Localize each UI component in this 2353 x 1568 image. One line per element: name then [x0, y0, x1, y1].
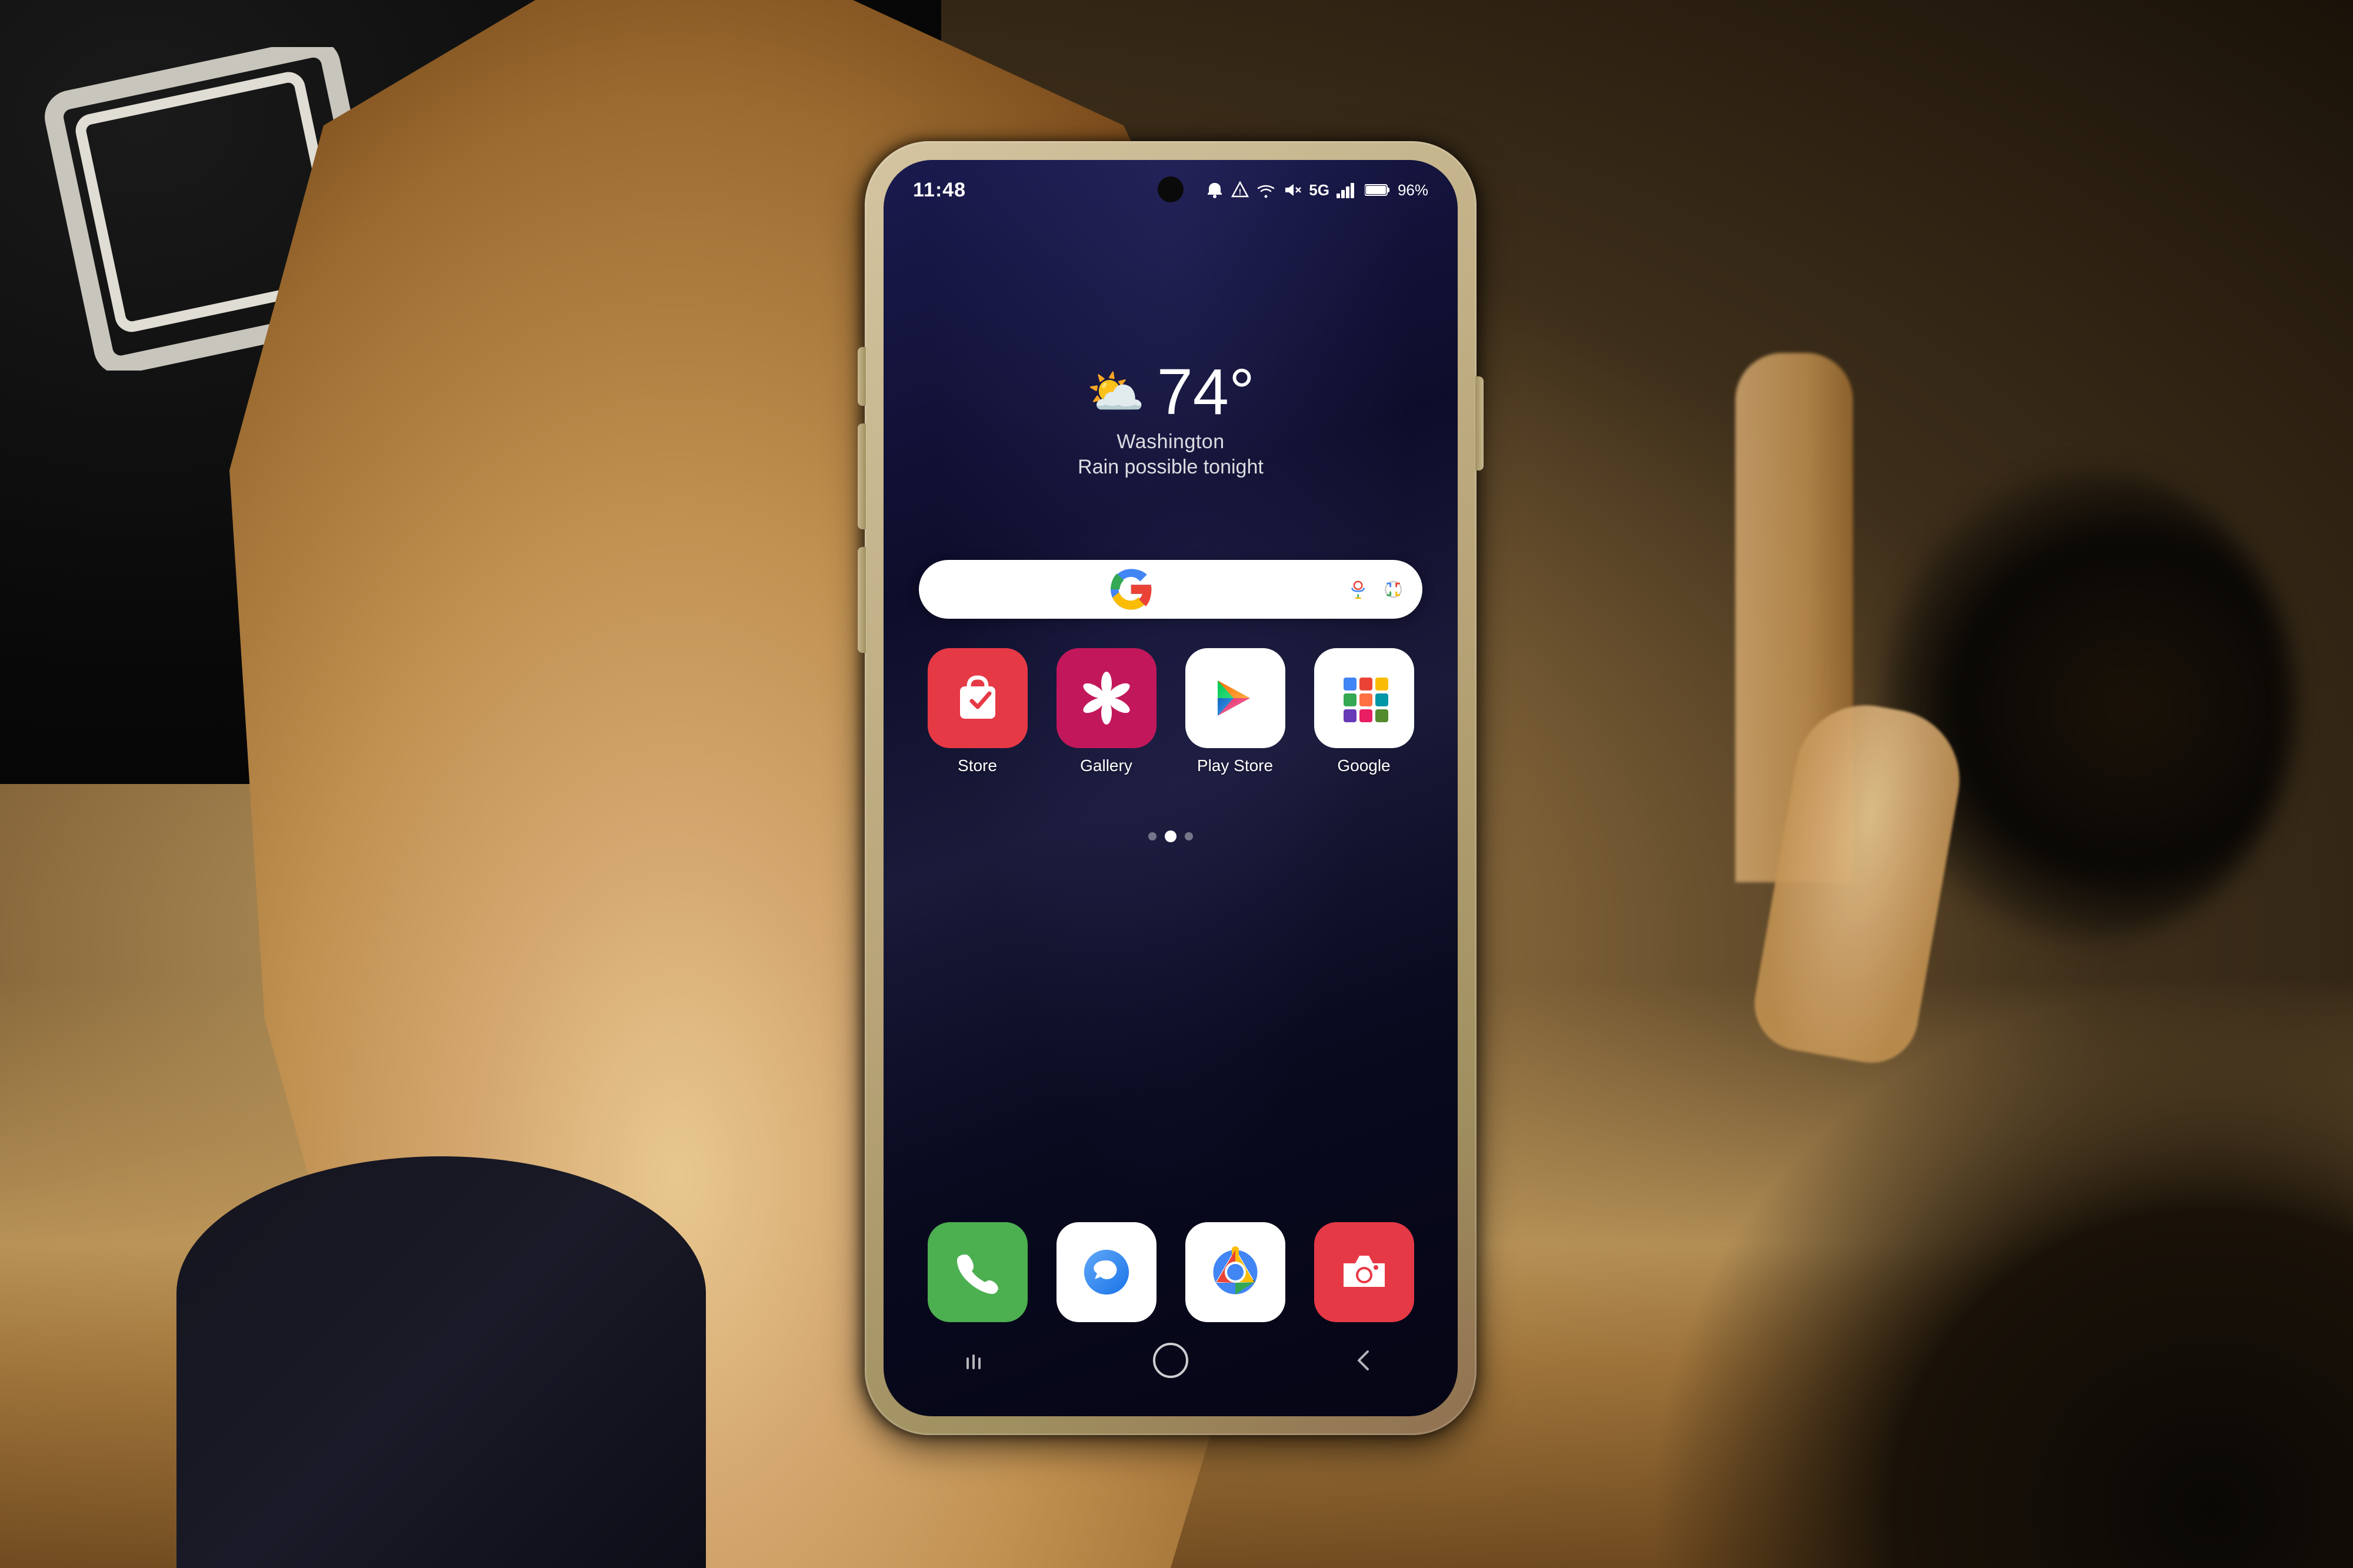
weather-icon: ⛅	[1086, 365, 1145, 420]
google-g-logo	[935, 560, 1327, 619]
bg-dark-bottomright	[1647, 980, 2353, 1568]
app-item-playstore[interactable]: Play Store	[1176, 648, 1294, 775]
volume-icon	[1283, 181, 1302, 199]
store-icon	[928, 648, 1028, 748]
volume-up-button[interactable]	[858, 347, 866, 406]
wifi-icon	[1256, 182, 1276, 198]
page-dot-1[interactable]	[1148, 832, 1156, 840]
scene: 11:48 !	[0, 0, 2353, 1568]
dock	[919, 1222, 1422, 1322]
dock-camera[interactable]	[1305, 1222, 1422, 1322]
gallery-icon	[1056, 648, 1156, 748]
status-time: 11:48	[913, 179, 966, 202]
network-type: 5G	[1309, 181, 1329, 199]
google-mic-icon[interactable]	[1345, 574, 1371, 605]
phone-body: 11:48 !	[865, 141, 1477, 1435]
battery-icon	[1365, 183, 1391, 197]
camera-icon	[1314, 1222, 1414, 1322]
weather-location: Washington	[1078, 431, 1264, 453]
store-label: Store	[958, 756, 997, 775]
status-bar: 11:48 !	[884, 160, 1458, 213]
svg-text:!: !	[1239, 187, 1242, 196]
google-label: Google	[1337, 756, 1390, 775]
google-search-bar[interactable]	[919, 560, 1422, 619]
home-button[interactable]	[1147, 1337, 1194, 1384]
gallery-label: Gallery	[1080, 756, 1132, 775]
app-grid: Store	[919, 648, 1422, 775]
recent-apps-button[interactable]	[956, 1337, 1003, 1384]
app-item-google[interactable]: Google	[1305, 648, 1422, 775]
status-right-icons: !	[1205, 181, 1428, 199]
notification-icon	[1205, 181, 1224, 199]
jacket-sleeve	[176, 1156, 706, 1568]
playstore-icon	[1185, 648, 1285, 748]
weather-description: Rain possible tonight	[1078, 456, 1264, 479]
playstore-label: Play Store	[1197, 756, 1273, 775]
app-item-store[interactable]: Store	[919, 648, 1036, 775]
app-item-gallery[interactable]: Gallery	[1048, 648, 1165, 775]
weather-widget[interactable]: ⛅ 74° Washington Rain possible tonight	[1078, 360, 1264, 479]
power-button[interactable]	[1475, 376, 1484, 471]
google-lens-icon[interactable]	[1381, 574, 1406, 605]
signal-icon	[1337, 182, 1358, 198]
phone-wrapper: 11:48 !	[706, 29, 1635, 1547]
back-button[interactable]	[1338, 1337, 1385, 1384]
messages-icon	[1056, 1222, 1156, 1322]
phone-screen[interactable]: 11:48 !	[884, 160, 1458, 1416]
dock-chrome[interactable]	[1176, 1222, 1294, 1322]
dock-messages[interactable]	[1048, 1222, 1165, 1322]
dock-phone[interactable]	[919, 1222, 1036, 1322]
page-dots	[1148, 830, 1193, 842]
weather-temperature: 74°	[1157, 360, 1255, 425]
bixby-button[interactable]	[858, 547, 866, 653]
alert-icon: !	[1231, 181, 1249, 199]
google-icon	[1314, 648, 1414, 748]
phone-call-icon	[928, 1222, 1028, 1322]
battery-percent: 96%	[1398, 181, 1428, 199]
navigation-bar	[884, 1328, 1458, 1393]
chrome-icon	[1185, 1222, 1285, 1322]
page-dot-3[interactable]	[1185, 832, 1193, 840]
volume-down-button[interactable]	[858, 423, 866, 529]
page-dot-2[interactable]	[1165, 830, 1176, 842]
weather-top: ⛅ 74°	[1078, 360, 1264, 425]
